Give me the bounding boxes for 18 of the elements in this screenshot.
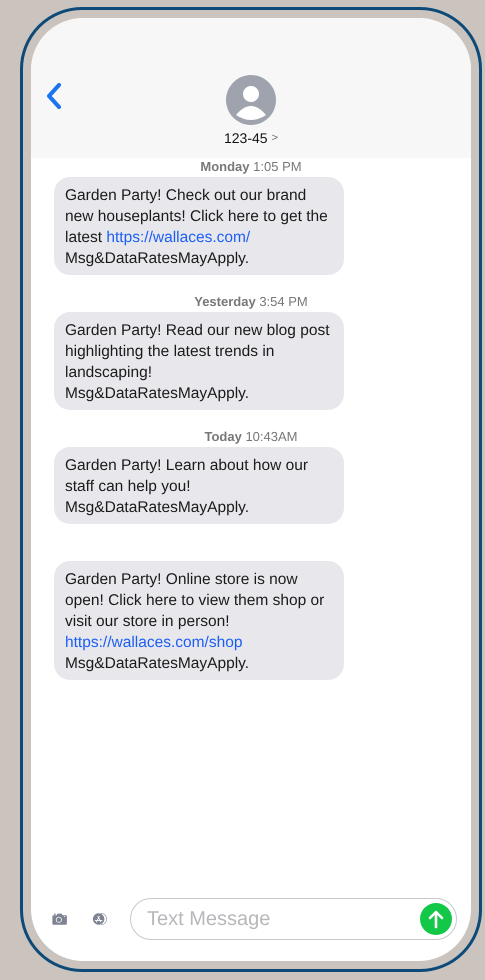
- message-link[interactable]: https://wallaces.com/: [106, 229, 250, 246]
- timestamp-time: 3:54 PM: [259, 294, 308, 309]
- chevron-text: >: [272, 132, 278, 144]
- message-text: Garden Party! Check out our brand new houseplants! Click here to get the latest https://wallaces.com/ Msg&DataRatesMayApply.: [65, 186, 329, 269]
- send-icon[interactable]: [420, 903, 452, 935]
- message-input-field[interactable]: Text Message: [130, 898, 457, 940]
- message-text: Garden Party! Learn about how our staff can help you! Msg&DataRatesMayApply.: [65, 456, 309, 518]
- avatar-icon[interactable]: [226, 75, 276, 125]
- message-text: Garden Party! Online store is now open! Click here to view them shop or visit our store in person! https://wallaces.com/shop Msg&DataRatesMayApply.: [65, 570, 326, 674]
- timestamp-day: Monday: [200, 159, 250, 174]
- timestamp-day: Yesterday: [194, 294, 256, 309]
- timestamp-time: 10:43AM: [245, 429, 298, 444]
- message-link[interactable]: https://wallaces.com/shop: [65, 634, 242, 651]
- timestamp-day: Today: [204, 429, 242, 444]
- contact-name[interactable]: 123-45: [224, 130, 268, 146]
- message-text: Garden Party! Read our new blog post highlighting the latest trends in landscaping! Msg&DataRatesMayApply.: [65, 321, 331, 404]
- timestamp-time: 1:05 PM: [253, 159, 302, 174]
- back-icon[interactable]: [46, 82, 62, 110]
